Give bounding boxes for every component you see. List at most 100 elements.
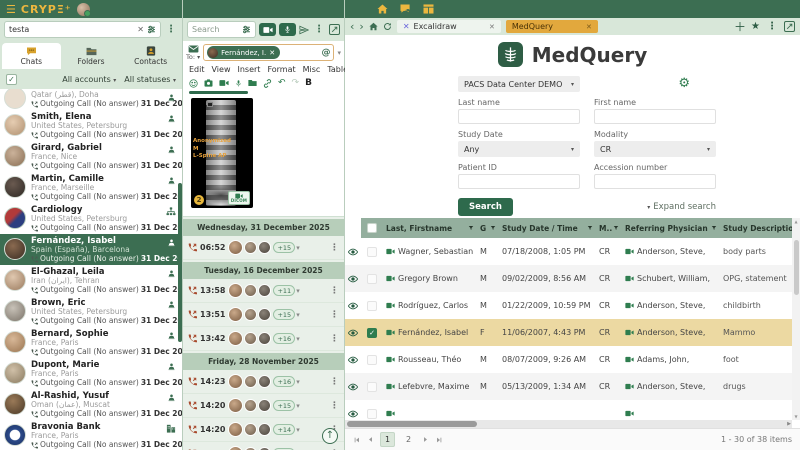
view-study-eye-icon[interactable] bbox=[348, 248, 358, 256]
row-checkbox[interactable] bbox=[367, 301, 377, 311]
call-log-row[interactable]: 13:42 +16 ▾ ⋮ bbox=[183, 327, 344, 351]
home-icon[interactable] bbox=[377, 4, 388, 14]
menu-edit[interactable]: Edit bbox=[189, 65, 205, 74]
menu-insert[interactable]: Insert bbox=[237, 65, 260, 74]
list-item[interactable]: Martin, Camille France, Marseille Outgoi… bbox=[0, 172, 182, 203]
list-item[interactable]: Qatar (قطر), Doha Outgoing Call (No answ… bbox=[0, 89, 182, 110]
filter-sliders-icon[interactable] bbox=[147, 25, 156, 34]
table-row[interactable]: ✓ bbox=[345, 400, 792, 420]
conversation-menu-icon[interactable]: ⋮ bbox=[312, 24, 326, 35]
filter-sliders-icon[interactable] bbox=[242, 25, 251, 34]
search-button[interactable]: Search bbox=[458, 198, 513, 216]
expand-call-chevron-icon[interactable]: ▾ bbox=[296, 426, 300, 434]
accounts-filter[interactable]: All accounts ▾ bbox=[62, 75, 116, 84]
video-camera-icon[interactable] bbox=[219, 79, 229, 87]
list-item[interactable]: Cardiology United States, Petersburg Out… bbox=[0, 203, 182, 234]
participants-more-badge[interactable]: +15 bbox=[273, 309, 295, 320]
user-avatar[interactable] bbox=[77, 3, 90, 16]
list-item[interactable]: Bravonia Bank France, Paris Outgoing Cal… bbox=[0, 420, 182, 450]
list-item[interactable]: Brown, Eric United States, Petersburg Ou… bbox=[0, 296, 182, 327]
tab-contacts[interactable]: Contacts bbox=[121, 43, 180, 69]
recipient-chip[interactable]: Fernández, I. ✕ bbox=[207, 46, 280, 59]
call-log-row[interactable]: 13:51 +15 ▾ ⋮ bbox=[183, 303, 344, 327]
table-row[interactable]: ✓ Fernández, Isabel F 11/06/2007, 4:43 P… bbox=[345, 319, 792, 346]
statuses-filter[interactable]: All statuses ▾ bbox=[124, 75, 176, 84]
expand-search-link[interactable]: ▾ Expand search bbox=[647, 202, 716, 212]
table-vertical-scrollbar[interactable]: ▲▼ bbox=[792, 218, 800, 420]
view-study-eye-icon[interactable] bbox=[348, 275, 358, 283]
tab-medquery[interactable]: MedQuery ✕ bbox=[506, 20, 598, 33]
link-icon[interactable] bbox=[263, 79, 272, 88]
menu-view[interactable]: View bbox=[212, 65, 231, 74]
list-item[interactable]: El-Ghazal, Leila Iran (ایران), Tehran Ou… bbox=[0, 265, 182, 296]
column-modality[interactable]: M.. bbox=[596, 224, 622, 233]
call-options-icon[interactable]: ⋮ bbox=[330, 401, 339, 411]
select-all-checkbox[interactable]: ✓ bbox=[6, 74, 17, 85]
browser-windows-icon[interactable] bbox=[423, 4, 434, 14]
photo-camera-icon[interactable] bbox=[204, 79, 213, 87]
table-row[interactable]: ✓ Lefebvre, Maxime M 05/13/2009, 1:34 AM… bbox=[345, 373, 792, 400]
study-date-select[interactable]: Any▾ bbox=[458, 141, 580, 157]
filter-funnel-icon[interactable] bbox=[613, 225, 619, 231]
tab-excalidraw[interactable]: ✕ Excalidraw ✕ bbox=[397, 20, 501, 33]
expand-call-chevron-icon[interactable]: ▾ bbox=[296, 378, 300, 386]
remove-recipient-icon[interactable]: ✕ bbox=[269, 49, 275, 57]
list-item[interactable]: Bernard, Sophie France, Paris Outgoing C… bbox=[0, 327, 182, 358]
row-checkbox[interactable] bbox=[367, 409, 377, 419]
filter-funnel-icon[interactable] bbox=[490, 225, 496, 231]
table-horizontal-scrollbar[interactable]: ▶ bbox=[345, 420, 792, 428]
participants-more-badge[interactable]: +14 bbox=[273, 424, 295, 435]
participants-more-badge[interactable]: +11 bbox=[273, 285, 295, 296]
settings-gear-icon[interactable]: ⚙ bbox=[678, 77, 690, 90]
call-options-icon[interactable]: ⋮ bbox=[330, 243, 339, 253]
back-icon[interactable]: ‹ bbox=[350, 21, 354, 32]
video-call-button[interactable] bbox=[259, 23, 276, 36]
column-referring-physician[interactable]: Referring Physician bbox=[622, 224, 720, 233]
list-item[interactable]: Dupont, Marie France, Paris Outgoing Cal… bbox=[0, 358, 182, 389]
column-gender[interactable]: G bbox=[477, 224, 499, 233]
first-page-icon[interactable] bbox=[353, 436, 361, 444]
list-item[interactable]: Smith, Elena United States, Petersburg O… bbox=[0, 110, 182, 141]
call-history[interactable]: Wednesday, 31 December 2025 ▾ ⋮ bbox=[183, 216, 344, 450]
view-study-eye-icon[interactable] bbox=[348, 302, 358, 310]
forward-icon[interactable]: › bbox=[359, 21, 363, 32]
page-number-current[interactable]: 1 bbox=[380, 432, 395, 447]
page-number[interactable]: 2 bbox=[401, 432, 416, 447]
call-log-row[interactable]: 06:52 +15 ▾ ⋮ bbox=[183, 236, 344, 260]
microphone-icon[interactable] bbox=[235, 79, 242, 88]
participants-more-badge[interactable]: +15 bbox=[273, 400, 295, 411]
browser-home-icon[interactable] bbox=[369, 22, 378, 31]
send-message-icon[interactable] bbox=[299, 25, 309, 35]
row-checkbox[interactable] bbox=[367, 247, 377, 257]
contact-list-scrollbar[interactable] bbox=[178, 183, 182, 342]
row-checkbox[interactable] bbox=[367, 274, 377, 284]
table-row[interactable]: ✓ Rodríguez, Carlos M 01/22/2009, 10:59 … bbox=[345, 292, 792, 319]
previous-page-icon[interactable] bbox=[367, 436, 374, 443]
call-log-row[interactable]: 14:23 +16 ▾ ⋮ bbox=[183, 370, 344, 394]
modality-select[interactable]: CR▾ bbox=[594, 141, 716, 157]
attach-folder-icon[interactable] bbox=[248, 79, 257, 87]
view-study-eye-icon[interactable] bbox=[348, 356, 358, 364]
column-last-firstname[interactable]: Last, Firstname bbox=[383, 224, 477, 233]
row-checkbox[interactable] bbox=[367, 355, 377, 365]
recipient-input[interactable]: Fernández, I. ✕ @ bbox=[203, 44, 334, 61]
table-row[interactable]: ✓ Gregory Brown M 09/02/2009, 8:56 AM CR bbox=[345, 265, 792, 292]
view-study-eye-icon[interactable] bbox=[348, 329, 358, 337]
last-page-icon[interactable] bbox=[435, 436, 443, 444]
call-log-row[interactable]: 13:58 +11 ▾ ⋮ bbox=[183, 279, 344, 303]
view-study-eye-icon[interactable] bbox=[348, 410, 358, 418]
call-log-row[interactable]: 14:20 +14 ▾ ⋮ bbox=[183, 418, 344, 442]
expand-call-chevron-icon[interactable]: ▾ bbox=[296, 287, 300, 295]
column-study-description[interactable]: Study Description bbox=[720, 224, 792, 233]
pacs-select[interactable]: PACS Data Center DEMO▾ bbox=[458, 76, 580, 92]
call-options-icon[interactable]: ⋮ bbox=[330, 310, 339, 320]
expand-call-chevron-icon[interactable]: ▾ bbox=[296, 311, 300, 319]
bookmark-star-icon[interactable]: ★ bbox=[751, 21, 760, 32]
expand-call-chevron-icon[interactable]: ▾ bbox=[296, 244, 300, 252]
clear-search-icon[interactable]: ✕ bbox=[137, 25, 144, 34]
call-log-row[interactable]: 14:18 +14 ▾ ⋮ bbox=[183, 442, 344, 450]
hamburger-menu-icon[interactable]: ☰ bbox=[6, 3, 16, 16]
list-item[interactable]: Girard, Gabriel France, Nice Outgoing Ca… bbox=[0, 141, 182, 172]
filter-funnel-icon[interactable] bbox=[711, 225, 717, 231]
call-options-icon[interactable]: ⋮ bbox=[330, 286, 339, 296]
